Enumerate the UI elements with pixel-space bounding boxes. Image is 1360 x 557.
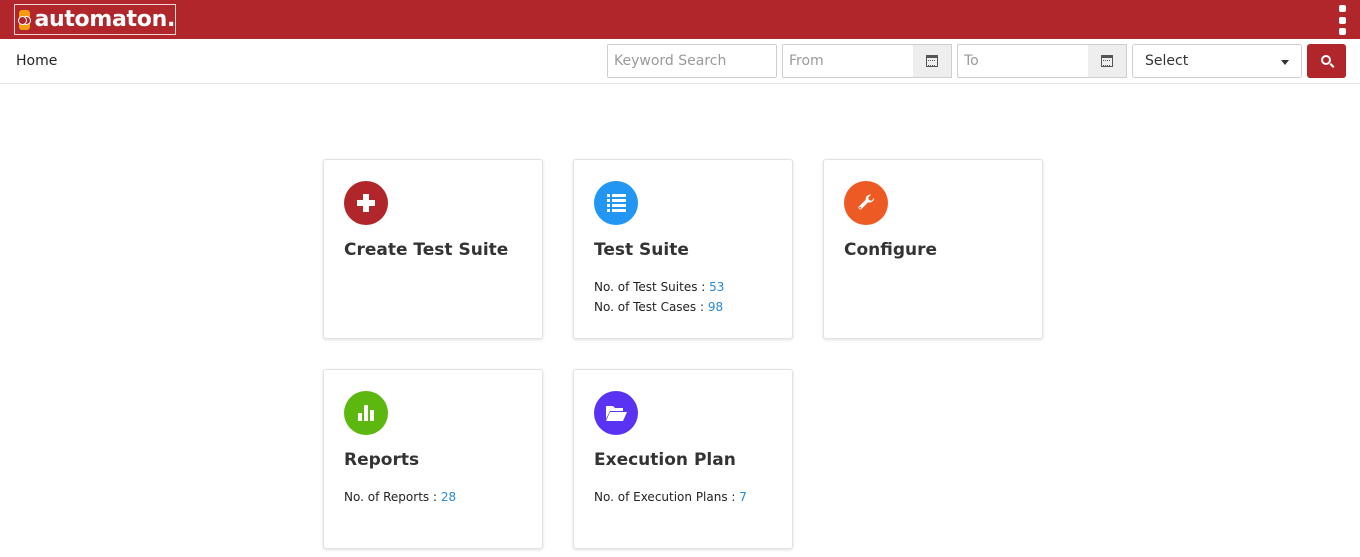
logo-text: automaton. — [34, 7, 175, 32]
card-title: Create Test Suite — [344, 240, 509, 260]
stat-value[interactable]: 28 — [441, 490, 456, 504]
card-reports[interactable]: Reports No. of Reports : 28 — [323, 369, 543, 549]
stat-value[interactable]: 7 — [739, 490, 747, 504]
top-bar: automaton. — [0, 0, 1360, 39]
filter-bar: Home Select — [0, 39, 1360, 84]
kebab-menu-icon[interactable] — [1338, 5, 1346, 35]
to-date-input[interactable] — [957, 44, 1089, 78]
calendar-icon — [1101, 55, 1113, 67]
search-button[interactable] — [1307, 44, 1346, 78]
stat-label: No. of Reports : — [344, 490, 438, 504]
select-value: Select — [1145, 53, 1189, 69]
chevron-down-icon — [1281, 60, 1289, 65]
search-icon — [1320, 55, 1331, 65]
card-title: Configure — [844, 240, 938, 260]
keyword-search-input[interactable] — [607, 44, 777, 78]
stat-value[interactable]: 53 — [709, 280, 724, 294]
to-calendar-button[interactable] — [1088, 44, 1127, 78]
breadcrumb[interactable]: Home — [16, 53, 57, 69]
wrench-icon — [844, 181, 888, 225]
stat-test-suites: No. of Test Suites : 53 — [594, 280, 724, 294]
stat-execution-plans: No. of Execution Plans : 7 — [594, 490, 747, 504]
app-logo[interactable]: automaton. — [14, 4, 176, 35]
card-title: Reports — [344, 450, 420, 470]
card-title: Execution Plan — [594, 450, 736, 470]
stat-reports: No. of Reports : 28 — [344, 490, 456, 504]
card-create-test-suite[interactable]: Create Test Suite — [323, 159, 543, 339]
filter-select[interactable]: Select — [1132, 44, 1302, 78]
stat-value[interactable]: 98 — [708, 300, 723, 314]
list-icon — [594, 181, 638, 225]
card-execution-plan[interactable]: Execution Plan No. of Execution Plans : … — [573, 369, 793, 549]
stat-label: No. of Execution Plans : — [594, 490, 736, 504]
stat-label: No. of Test Suites : — [594, 280, 706, 294]
stat-test-cases: No. of Test Cases : 98 — [594, 300, 723, 314]
card-test-suite[interactable]: Test Suite No. of Test Suites : 53 No. o… — [573, 159, 793, 339]
calendar-icon — [926, 55, 938, 67]
folder-open-icon — [594, 391, 638, 435]
card-configure[interactable]: Configure — [823, 159, 1043, 339]
robot-logo-icon — [18, 9, 32, 30]
stat-label: No. of Test Cases : — [594, 300, 705, 314]
card-title: Test Suite — [594, 240, 689, 260]
plus-icon — [344, 181, 388, 225]
from-date-input[interactable] — [782, 44, 914, 78]
from-calendar-button[interactable] — [913, 44, 952, 78]
bar-chart-icon — [344, 391, 388, 435]
